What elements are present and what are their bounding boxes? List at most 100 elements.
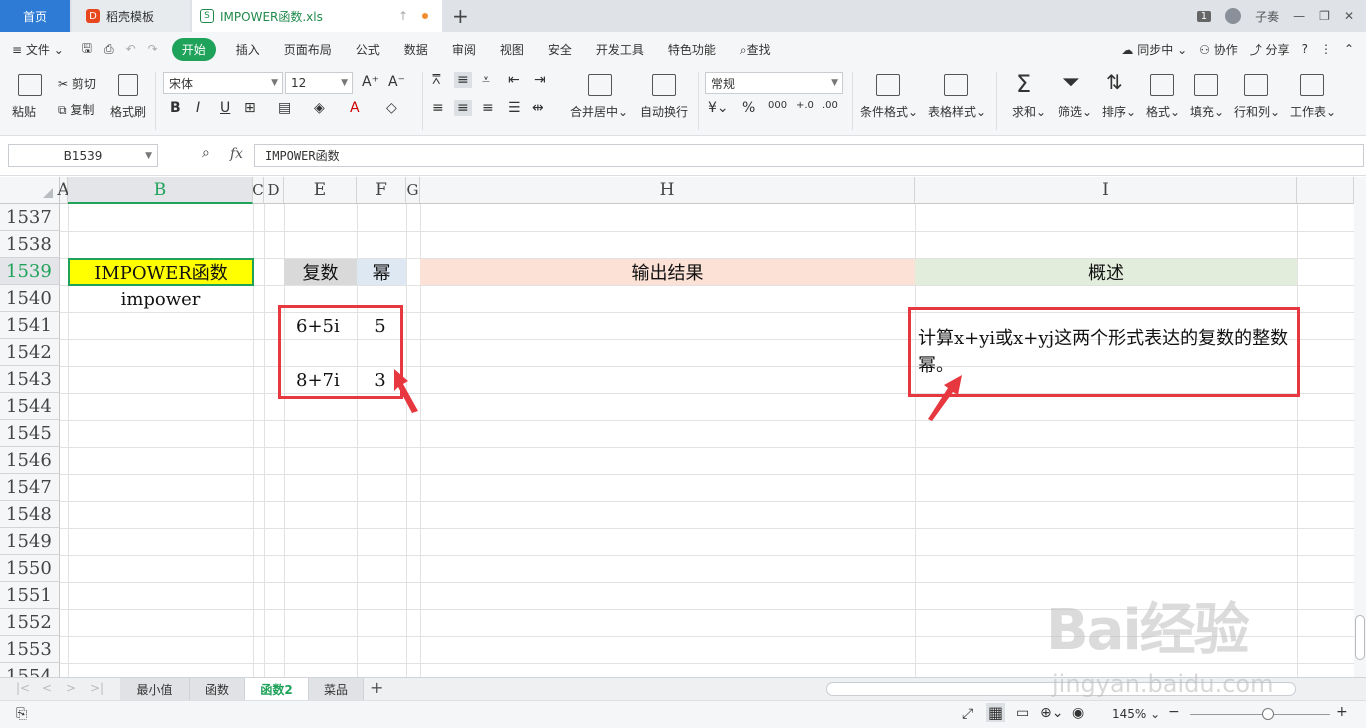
redo-icon[interactable]: ↷ <box>142 42 164 56</box>
fill-style-icon[interactable]: ▤ <box>278 100 291 116</box>
menu-page-layout[interactable]: 页面布局 <box>272 41 344 58</box>
worksheet-icon[interactable] <box>1300 74 1324 96</box>
row-header[interactable]: 1539 <box>0 258 60 285</box>
align-bottom-icon[interactable]: ⩡ <box>482 72 490 88</box>
row-header[interactable]: 1549 <box>0 528 60 555</box>
thousands-icon[interactable]: 000 <box>768 100 787 111</box>
sum-button[interactable]: 求和⌄ <box>1012 103 1046 120</box>
cell-e1539[interactable]: 复数 <box>284 259 357 285</box>
format-painter-button[interactable]: 格式刷 <box>110 103 146 120</box>
collab-button[interactable]: ⚇ 协作 <box>1199 41 1238 58</box>
filter-button[interactable]: 筛选⌄ <box>1058 103 1092 120</box>
table-style-icon[interactable] <box>944 74 968 96</box>
macro-icon[interactable]: ⎘ <box>16 706 27 722</box>
increase-font-icon[interactable]: A⁺ <box>362 74 379 90</box>
decrease-decimal-icon[interactable]: .00 <box>822 100 838 111</box>
table-style-button[interactable]: 表格样式⌄ <box>928 103 986 120</box>
cut-button[interactable]: ✂ 剪切 <box>58 75 96 92</box>
currency-icon[interactable]: ¥⌄ <box>708 100 729 116</box>
sync-button[interactable]: ☁ 同步中 ⌄ <box>1121 41 1187 58</box>
clear-icon[interactable]: ◇ <box>386 100 397 116</box>
col-header-h[interactable]: H <box>420 177 915 204</box>
paste-icon[interactable] <box>18 74 42 96</box>
paste-button[interactable]: 粘贴 <box>12 103 36 120</box>
cell-h1539[interactable]: 输出结果 <box>420 259 915 285</box>
menu-search[interactable]: ⌕查找 <box>728 41 783 58</box>
user-name[interactable]: 子奏 <box>1255 8 1279 25</box>
row-header[interactable]: 1550 <box>0 555 60 582</box>
filter-icon[interactable]: ⏷ <box>1062 70 1080 95</box>
zoom-slider[interactable] <box>1190 714 1330 715</box>
worksheet-button[interactable]: 工作表⌄ <box>1290 103 1336 120</box>
sum-icon[interactable]: Σ <box>1016 70 1031 98</box>
menu-review[interactable]: 审阅 <box>440 41 488 58</box>
row-col-button[interactable]: 行和列⌄ <box>1234 103 1280 120</box>
justify-icon[interactable]: ☰ <box>508 100 521 116</box>
format-painter-icon[interactable] <box>118 74 138 96</box>
align-left-icon[interactable]: ≡ <box>432 100 444 116</box>
sheet-tab-func2[interactable]: 函数2 <box>245 678 309 701</box>
col-header-a[interactable]: A <box>57 177 70 204</box>
format-button[interactable]: 格式⌄ <box>1146 103 1180 120</box>
font-size-select[interactable]: 12 ▼ <box>285 72 353 94</box>
normal-view-icon[interactable]: ▦ <box>986 703 1006 722</box>
row-header[interactable]: 1554 <box>0 663 60 677</box>
window-count-badge[interactable]: 1 <box>1196 10 1212 22</box>
cell-i1539[interactable]: 概述 <box>915 259 1297 285</box>
undo-icon[interactable]: ↶ <box>120 42 142 56</box>
sheet-nav-prev-icon[interactable]: < <box>42 681 52 695</box>
conditional-format-button[interactable]: 条件格式⌄ <box>860 103 918 120</box>
eye-protection-icon[interactable]: ◉ <box>1072 705 1084 721</box>
increase-decimal-icon[interactable]: +.0 <box>796 100 814 111</box>
sort-button[interactable]: 排序⌄ <box>1102 103 1136 120</box>
vertical-scroll-thumb[interactable] <box>1355 615 1365 660</box>
sheet-nav-next-icon[interactable]: > <box>66 681 76 695</box>
close-icon[interactable]: ✕ <box>1344 9 1354 23</box>
copy-button[interactable]: ⧉ 复制 <box>58 101 94 118</box>
restore-icon[interactable]: ❐ <box>1319 9 1330 23</box>
row-header[interactable]: 1553 <box>0 636 60 663</box>
page-break-view-icon[interactable]: ▭ <box>1016 705 1029 721</box>
menu-features[interactable]: 特色功能 <box>656 41 728 58</box>
row-header[interactable]: 1543 <box>0 366 60 393</box>
sheet-tab-min[interactable]: 最小值 <box>120 678 190 701</box>
fullscreen-icon[interactable]: ⤢ <box>962 706 973 722</box>
col-header-b[interactable]: B <box>68 177 253 204</box>
auto-wrap-button[interactable]: 自动换行 <box>640 103 688 120</box>
sheet-tab-func[interactable]: 函数 <box>190 678 245 701</box>
format-icon[interactable] <box>1150 74 1174 96</box>
fill-color-icon[interactable]: ◈ <box>314 100 325 116</box>
merge-center-button[interactable]: 合并居中⌄ <box>570 103 628 120</box>
align-top-icon[interactable]: ⩞ <box>432 72 441 88</box>
sort-icon[interactable]: ⇅ <box>1106 70 1123 94</box>
row-header[interactable]: 1544 <box>0 393 60 420</box>
indent-increase-icon[interactable]: ⇥ <box>534 72 546 88</box>
upload-icon[interactable]: ↑ <box>398 9 408 23</box>
cell-b1539[interactable]: IMPOWER函数 <box>68 258 254 286</box>
formula-input[interactable]: IMPOWER函数 <box>254 144 1364 167</box>
help-icon[interactable]: ? <box>1302 42 1308 56</box>
underline-icon[interactable]: U <box>220 100 230 116</box>
zoom-in-icon[interactable]: + <box>1336 704 1348 720</box>
row-header[interactable]: 1538 <box>0 231 60 258</box>
menu-data[interactable]: 数据 <box>392 41 440 58</box>
tab-file[interactable]: S IMPOWER函数.xls ↑ <box>192 0 442 32</box>
reading-mode-icon[interactable]: ⊕⌄ <box>1040 705 1063 721</box>
italic-icon[interactable]: I <box>196 100 200 116</box>
percent-icon[interactable]: % <box>742 100 755 116</box>
decrease-font-icon[interactable]: A⁻ <box>388 74 405 90</box>
menu-view[interactable]: 视图 <box>488 41 536 58</box>
font-color-icon[interactable]: A <box>350 100 360 116</box>
border-icon[interactable]: ⊞ <box>244 100 256 116</box>
fill-button[interactable]: 填充⌄ <box>1190 103 1224 120</box>
row-header[interactable]: 1548 <box>0 501 60 528</box>
quick-save-icon[interactable]: 🖫 <box>76 39 98 60</box>
bold-icon[interactable]: B <box>170 100 181 116</box>
fx-icon[interactable]: fx <box>230 146 243 162</box>
row-header[interactable]: 1551 <box>0 582 60 609</box>
zoom-slider-handle[interactable] <box>1262 708 1274 720</box>
row-col-icon[interactable] <box>1244 74 1268 96</box>
quick-print-icon[interactable]: ⎙ <box>98 42 120 57</box>
add-sheet-plus-icon[interactable]: + <box>370 678 383 697</box>
col-header-j[interactable] <box>1297 177 1354 204</box>
